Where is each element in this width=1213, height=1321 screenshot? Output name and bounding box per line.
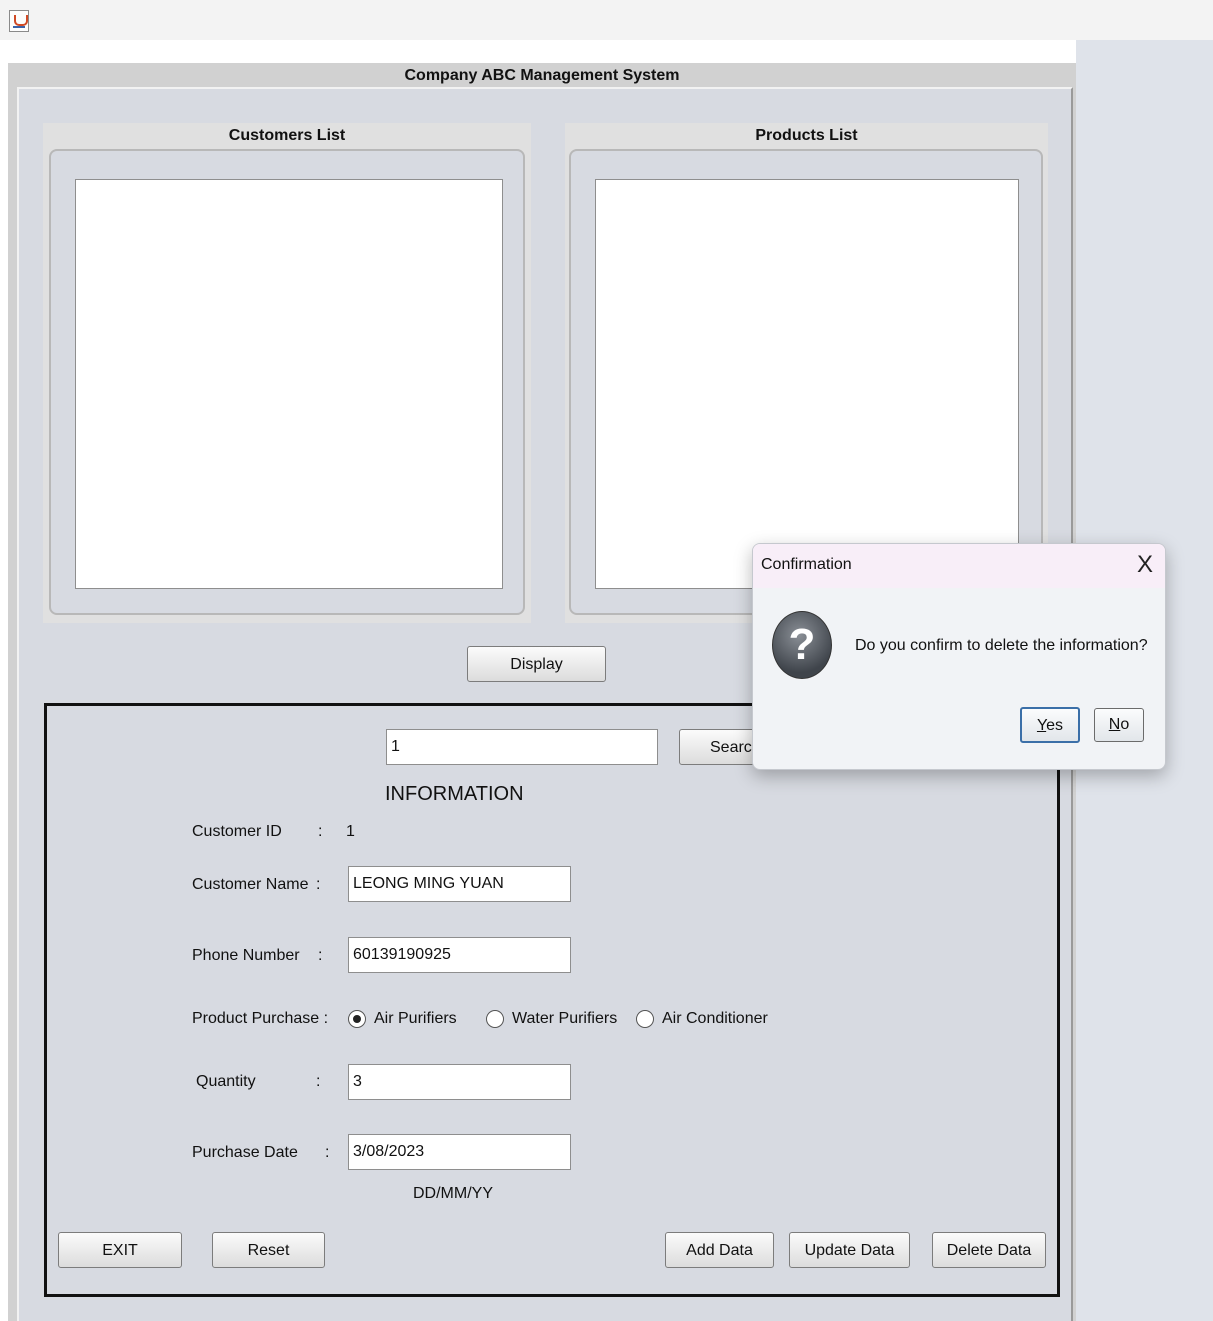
phone-number-field[interactable]: 60139190925: [348, 937, 571, 973]
information-heading: INFORMATION: [385, 783, 524, 805]
yes-button[interactable]: Yes: [1020, 707, 1080, 743]
product-purchase-label: Product Purchase :: [192, 1010, 329, 1027]
customers-list-frame: [49, 149, 525, 615]
customers-list-panel: Customers List: [43, 123, 531, 623]
customer-name-colon: :: [316, 876, 321, 893]
add-data-button[interactable]: Add Data: [665, 1232, 774, 1268]
radio-water-purifiers[interactable]: [486, 1010, 504, 1028]
quantity-colon: :: [316, 1073, 321, 1090]
products-list-box[interactable]: [595, 179, 1019, 589]
purchase-date-field[interactable]: 3/08/2023: [348, 1134, 571, 1170]
yes-mnemonic: Y: [1036, 717, 1047, 734]
java-app-icon[interactable]: [9, 10, 29, 32]
customer-name-label: Customer Name: [192, 876, 309, 893]
dialog-title: Confirmation: [761, 556, 852, 573]
purchase-date-label: Purchase Date: [192, 1144, 298, 1161]
phone-number-label: Phone Number: [192, 947, 300, 964]
customer-name-field[interactable]: LEONG MING YUAN: [348, 866, 571, 902]
radio-air-purifiers-label[interactable]: Air Purifiers: [374, 1010, 457, 1028]
question-icon: ?: [772, 611, 832, 679]
display-button[interactable]: Display: [467, 646, 606, 682]
customer-id-colon: :: [318, 823, 323, 840]
close-icon[interactable]: X: [1133, 552, 1157, 578]
customers-list-box[interactable]: [75, 179, 503, 589]
purchase-date-colon: :: [325, 1144, 330, 1161]
customer-id-label: Customer ID: [192, 823, 282, 840]
radio-water-purifiers-label[interactable]: Water Purifiers: [512, 1010, 617, 1028]
radio-air-conditioner-label[interactable]: Air Conditioner: [662, 1010, 768, 1028]
quantity-field[interactable]: 3: [348, 1064, 571, 1100]
products-list-title: Products List: [755, 127, 858, 144]
yes-label-rest: es: [1046, 717, 1064, 734]
customers-list-title: Customers List: [228, 127, 346, 144]
dialog-message: Do you confirm to delete the information…: [855, 637, 1148, 654]
radio-air-purifiers[interactable]: [348, 1010, 366, 1028]
main-window-title: Company ABC Management System: [404, 67, 680, 84]
no-label-rest: o: [1120, 716, 1130, 733]
confirmation-dialog: Confirmation X ? Do you confirm to delet…: [752, 543, 1166, 770]
update-data-button[interactable]: Update Data: [789, 1232, 910, 1268]
window-titlebar: [0, 0, 1213, 40]
radio-air-conditioner[interactable]: [636, 1010, 654, 1028]
search-input[interactable]: 1: [386, 729, 658, 765]
no-button[interactable]: No: [1094, 708, 1144, 742]
delete-data-button[interactable]: Delete Data: [932, 1232, 1046, 1268]
quantity-label: Quantity: [196, 1073, 256, 1090]
date-format-hint: DD/MM/YY: [413, 1185, 493, 1202]
customer-id-value: 1: [346, 823, 355, 840]
no-mnemonic: N: [1108, 716, 1121, 733]
phone-number-colon: :: [318, 947, 323, 964]
exit-button[interactable]: EXIT: [58, 1232, 182, 1268]
reset-button[interactable]: Reset: [212, 1232, 325, 1268]
information-panel: [44, 703, 1060, 1297]
